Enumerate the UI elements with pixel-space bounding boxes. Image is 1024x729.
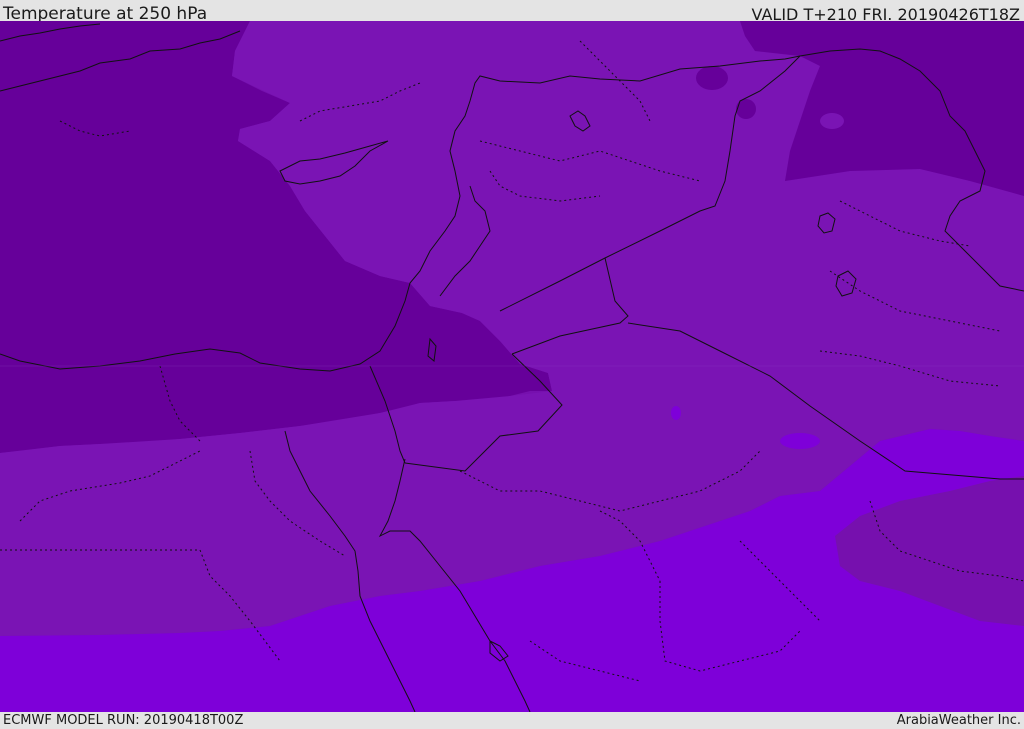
map-canvas bbox=[0, 21, 1024, 712]
warm-patch-1 bbox=[780, 433, 820, 449]
model-run-label: ECMWF MODEL RUN: 20190418T00Z bbox=[3, 713, 244, 728]
footer-bar: ECMWF MODEL RUN: 20190418T00Z ArabiaWeat… bbox=[0, 712, 1024, 729]
warm-patch-2 bbox=[671, 406, 681, 420]
header-bar: Temperature at 250 hPa VALID T+210 FRI. … bbox=[0, 0, 1024, 24]
cold-patch-1 bbox=[696, 66, 728, 90]
cold-patch-3 bbox=[820, 113, 844, 129]
cold-patch-2 bbox=[736, 99, 756, 119]
temperature-map bbox=[0, 21, 1024, 712]
credit-label: ArabiaWeather Inc. bbox=[896, 713, 1021, 728]
